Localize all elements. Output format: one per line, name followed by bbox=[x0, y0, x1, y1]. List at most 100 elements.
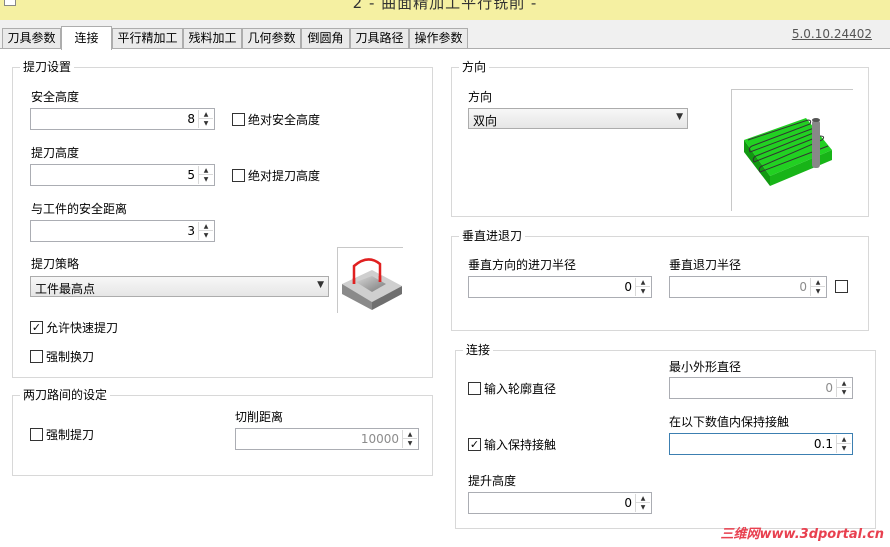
spin-up-icon[interactable]: ▲ bbox=[199, 222, 213, 231]
exit-radius-spinner[interactable]: ▲ ▼ bbox=[810, 278, 825, 296]
direction-group-title: 方向 bbox=[459, 60, 490, 74]
safe-height-input[interactable]: 8 ▲ ▼ bbox=[30, 108, 215, 130]
keep-contact-spinner[interactable]: ▲ ▼ bbox=[836, 435, 851, 453]
chevron-down-icon[interactable]: ▼ bbox=[676, 112, 683, 122]
strategy-value: 工件最高点 bbox=[35, 282, 96, 296]
strategy-label: 提刀策略 bbox=[31, 257, 80, 271]
retract-height-spinner[interactable]: ▲ ▼ bbox=[198, 166, 213, 184]
direction-select[interactable]: 双向 ▼ bbox=[468, 108, 688, 129]
connect-group-title: 连接 bbox=[463, 343, 494, 357]
input-keep-contact-checkbox[interactable]: ✓ 输入保持接触 bbox=[468, 436, 556, 453]
cut-distance-label: 切削距离 bbox=[235, 410, 284, 424]
keep-contact-value: 0.1 bbox=[813, 437, 833, 451]
entry-radius-input[interactable]: 0 ▲ ▼ bbox=[468, 276, 652, 298]
between-passes-group: 两刀路间的设定 强制提刀 切削距离 10000 ▲ ▼ bbox=[12, 388, 433, 476]
tab-parallel-finish[interactable]: 平行精加工 bbox=[112, 28, 183, 49]
lift-height-value: 0 bbox=[624, 496, 632, 510]
spin-down-icon[interactable]: ▼ bbox=[199, 175, 213, 184]
retract-group: 提刀设置 安全高度 8 ▲ ▼ 绝对安全高度 提刀高度 5 ▲ ▼ 绝对提刀高度 与… bbox=[12, 60, 433, 378]
spin-up-icon[interactable]: ▲ bbox=[403, 430, 417, 439]
direction-group: 方向 方向 双向 ▼ bbox=[451, 60, 869, 217]
checkbox-box[interactable] bbox=[30, 350, 43, 363]
strategy-select[interactable]: 工件最高点 ▼ bbox=[30, 276, 329, 297]
lift-height-label: 提升高度 bbox=[468, 474, 517, 488]
clearance-input[interactable]: 3 ▲ ▼ bbox=[30, 220, 215, 242]
force-retract-checkbox[interactable]: 强制提刀 bbox=[30, 426, 94, 443]
spin-down-icon[interactable]: ▼ bbox=[199, 231, 213, 240]
cut-distance-value: 10000 bbox=[360, 432, 399, 446]
retract-preview-image bbox=[337, 247, 403, 313]
safe-height-spinner[interactable]: ▲ ▼ bbox=[198, 110, 213, 128]
retract-height-label: 提刀高度 bbox=[31, 146, 80, 160]
checkbox-box[interactable] bbox=[232, 169, 245, 182]
keep-contact-label: 在以下数值内保持接触 bbox=[669, 415, 790, 429]
checkbox-box[interactable] bbox=[30, 428, 43, 441]
cut-distance-spinner[interactable]: ▲ ▼ bbox=[402, 430, 417, 448]
exit-radius-checkbox[interactable] bbox=[835, 280, 848, 293]
spin-down-icon[interactable]: ▼ bbox=[837, 444, 851, 453]
vertical-group-title: 垂直进退刀 bbox=[459, 229, 526, 243]
retract-height-input[interactable]: 5 ▲ ▼ bbox=[30, 164, 215, 186]
chevron-down-icon[interactable]: ▼ bbox=[317, 280, 324, 290]
tab-tool-params[interactable]: 刀具参数 bbox=[2, 28, 61, 49]
spin-up-icon[interactable]: ▲ bbox=[837, 379, 851, 388]
tab-operation-params[interactable]: 操作参数 bbox=[409, 28, 468, 49]
clearance-label: 与工件的安全距离 bbox=[31, 202, 128, 216]
checkbox-box[interactable] bbox=[468, 382, 481, 395]
abs-retract-height-label: 绝对提刀高度 bbox=[248, 169, 321, 183]
force-tool-change-checkbox[interactable]: 强制换刀 bbox=[30, 348, 94, 365]
version-link[interactable]: 5.0.10.24402 bbox=[792, 27, 872, 41]
spin-up-icon[interactable]: ▲ bbox=[199, 166, 213, 175]
direction-preview-image bbox=[731, 89, 853, 211]
check-mark-icon[interactable]: ✓ bbox=[468, 438, 481, 451]
retract-height-value: 5 bbox=[187, 168, 195, 182]
entry-radius-label: 垂直方向的进刀半径 bbox=[468, 258, 577, 272]
vertical-entry-exit-group: 垂直进退刀 垂直方向的进刀半径 0 ▲ ▼ 垂直退刀半径 0 ▲ ▼ bbox=[451, 229, 869, 331]
exit-radius-value: 0 bbox=[799, 280, 807, 294]
abs-retract-height-checkbox[interactable]: 绝对提刀高度 bbox=[232, 167, 320, 184]
check-mark-icon[interactable]: ✓ bbox=[30, 321, 43, 334]
min-dia-input[interactable]: 0 ▲ ▼ bbox=[669, 377, 853, 399]
tab-linking[interactable]: 连接 bbox=[61, 26, 112, 50]
keep-contact-input[interactable]: 0.1 ▲ ▼ bbox=[669, 433, 853, 455]
exit-radius-input[interactable]: 0 ▲ ▼ bbox=[669, 276, 827, 298]
spin-down-icon[interactable]: ▼ bbox=[636, 503, 650, 512]
lift-height-input[interactable]: 0 ▲ ▼ bbox=[468, 492, 652, 514]
entry-radius-value: 0 bbox=[624, 280, 632, 294]
min-dia-spinner[interactable]: ▲ ▼ bbox=[836, 379, 851, 397]
safe-height-label: 安全高度 bbox=[31, 90, 80, 104]
checkbox-box[interactable] bbox=[835, 280, 848, 293]
spin-down-icon[interactable]: ▼ bbox=[199, 119, 213, 128]
retract-group-title: 提刀设置 bbox=[20, 60, 75, 74]
linking-panel: 提刀设置 安全高度 8 ▲ ▼ 绝对安全高度 提刀高度 5 ▲ ▼ 绝对提刀高度 与… bbox=[0, 49, 890, 547]
tab-fillet[interactable]: 倒圆角 bbox=[301, 28, 350, 49]
between-passes-title: 两刀路间的设定 bbox=[20, 388, 111, 402]
input-contour-checkbox[interactable]: 输入轮廓直径 bbox=[468, 380, 556, 397]
clearance-spinner[interactable]: ▲ ▼ bbox=[198, 222, 213, 240]
input-contour-label: 输入轮廓直径 bbox=[484, 382, 557, 396]
spin-up-icon[interactable]: ▲ bbox=[811, 278, 825, 287]
retract-strategy-icon bbox=[342, 258, 402, 310]
spin-down-icon[interactable]: ▼ bbox=[636, 287, 650, 296]
connect-group: 连接 最小外形直径 0 ▲ ▼ 输入轮廓直径 在以下数值内保持接触 0.1 ▲ ▼ … bbox=[455, 343, 876, 529]
direction-label: 方向 bbox=[468, 90, 493, 104]
abs-safe-height-checkbox[interactable]: 绝对安全高度 bbox=[232, 111, 320, 128]
entry-radius-spinner[interactable]: ▲ ▼ bbox=[635, 278, 650, 296]
spin-up-icon[interactable]: ▲ bbox=[199, 110, 213, 119]
spin-up-icon[interactable]: ▲ bbox=[636, 278, 650, 287]
spin-down-icon[interactable]: ▼ bbox=[837, 388, 851, 397]
spin-down-icon[interactable]: ▼ bbox=[811, 287, 825, 296]
tab-geometry-params[interactable]: 几何参数 bbox=[242, 28, 301, 49]
spin-up-icon[interactable]: ▲ bbox=[837, 435, 851, 444]
lift-height-spinner[interactable]: ▲ ▼ bbox=[635, 494, 650, 512]
zigzag-toolpath-icon bbox=[744, 118, 832, 186]
clearance-value: 3 bbox=[187, 224, 195, 238]
spin-down-icon[interactable]: ▼ bbox=[403, 439, 417, 448]
checkbox-box[interactable] bbox=[232, 113, 245, 126]
watermark: 三维网www.3dportal.cn bbox=[720, 527, 884, 542]
tab-toolpath[interactable]: 刀具路径 bbox=[350, 28, 409, 49]
tab-rest-machining[interactable]: 残料加工 bbox=[183, 28, 242, 49]
spin-up-icon[interactable]: ▲ bbox=[636, 494, 650, 503]
cut-distance-input[interactable]: 10000 ▲ ▼ bbox=[235, 428, 419, 450]
allow-rapid-retract-checkbox[interactable]: ✓ 允许快速提刀 bbox=[30, 319, 118, 336]
